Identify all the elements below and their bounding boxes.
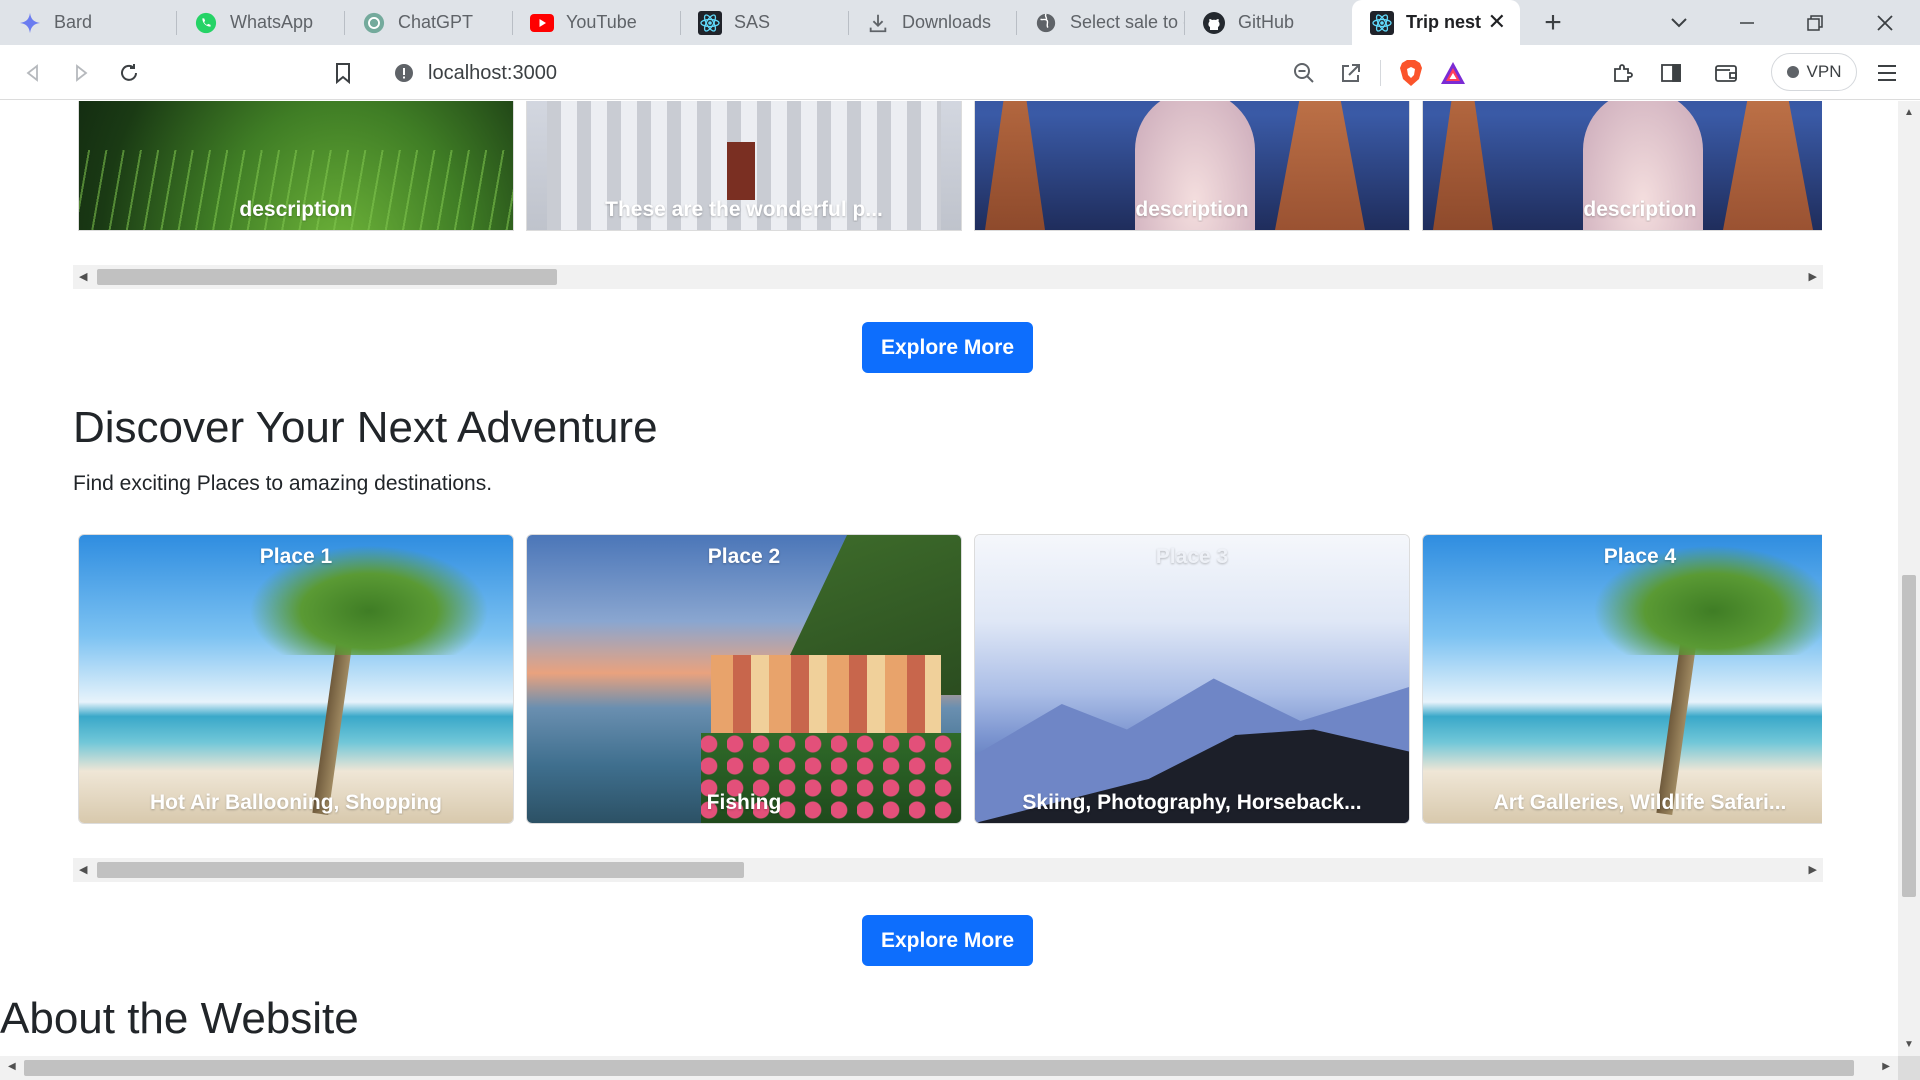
scroll-right-icon[interactable]: ▶ bbox=[1809, 863, 1817, 876]
page-vertical-scrollbar[interactable]: ▲ ▼ bbox=[1898, 101, 1920, 1056]
tab-strip: Bard WhatsApp ChatGPT YouTube SAS Downlo… bbox=[0, 0, 1920, 45]
scroll-corner bbox=[1898, 1056, 1920, 1080]
temple-door bbox=[727, 142, 755, 200]
vpn-button[interactable]: VPN bbox=[1771, 53, 1857, 91]
place-activities: Hot Air Ballooning, Shopping bbox=[149, 791, 442, 814]
sidebar-icon[interactable] bbox=[1656, 58, 1686, 88]
place-activities: Art Galleries, Wildlife Safari... bbox=[1493, 791, 1787, 814]
brave-rewards-icon[interactable] bbox=[1440, 61, 1466, 90]
menu-icon[interactable] bbox=[1872, 58, 1902, 88]
react-icon bbox=[1370, 10, 1394, 35]
bard-icon bbox=[18, 11, 42, 35]
download-icon bbox=[866, 11, 890, 35]
tab-trip-nest[interactable]: Trip nest ✕ bbox=[1352, 0, 1520, 45]
gallery-card[interactable]: description bbox=[1422, 101, 1822, 231]
about-heading: About the Website bbox=[0, 994, 359, 1043]
scroll-up-icon[interactable]: ▲ bbox=[1904, 107, 1914, 118]
gallery-card[interactable]: These are the wonderful p... bbox=[526, 101, 962, 231]
tab-downloads[interactable]: Downloads bbox=[848, 0, 1016, 45]
browser-toolbar: localhost:3000 VPN bbox=[0, 45, 1920, 100]
restore-icon[interactable] bbox=[1792, 0, 1838, 45]
chatgpt-icon bbox=[362, 11, 386, 35]
tab-chatgpt[interactable]: ChatGPT bbox=[344, 0, 512, 45]
wallet-icon[interactable] bbox=[1711, 58, 1741, 88]
zoom-icon[interactable] bbox=[1293, 62, 1315, 89]
youtube-icon bbox=[530, 11, 554, 35]
gallery-card[interactable]: description bbox=[78, 101, 514, 231]
scroll-right-icon[interactable]: ▶ bbox=[1882, 1061, 1890, 1072]
adventure-subtitle: Find exciting Places to amazing destinat… bbox=[73, 472, 493, 495]
place-title: Place 4 bbox=[1603, 545, 1677, 568]
adventure-scrollbar[interactable]: ◀ ▶ bbox=[73, 858, 1823, 882]
react-icon bbox=[698, 10, 722, 35]
gallery-row[interactable]: description These are the wonderful p...… bbox=[78, 101, 1822, 231]
place-card[interactable]: Place 2 Fishing bbox=[526, 534, 962, 824]
scroll-left-icon[interactable]: ◀ bbox=[8, 1061, 16, 1072]
gallery-scrollbar[interactable]: ◀ ▶ bbox=[73, 265, 1823, 289]
scroll-left-icon[interactable]: ◀ bbox=[79, 863, 87, 876]
card-caption: These are the wonderful p... bbox=[605, 198, 883, 221]
place-card[interactable]: Place 4 Art Galleries, Wildlife Safari..… bbox=[1422, 534, 1822, 824]
adventure-heading: Discover Your Next Adventure bbox=[73, 403, 658, 452]
gallery-card[interactable]: description bbox=[974, 101, 1410, 231]
back-icon[interactable] bbox=[18, 58, 48, 88]
scroll-left-icon[interactable]: ◀ bbox=[79, 270, 87, 283]
vpn-status-icon bbox=[1786, 66, 1799, 78]
bookmark-icon[interactable] bbox=[328, 58, 358, 88]
tab-whatsapp[interactable]: WhatsApp bbox=[176, 0, 344, 45]
place-card[interactable]: Place 1 Hot Air Ballooning, Shopping bbox=[78, 534, 514, 824]
adventure-scroll-thumb[interactable] bbox=[97, 862, 744, 878]
place-activities: Skiing, Photography, Horseback... bbox=[1022, 791, 1362, 814]
page-viewport: description These are the wonderful p...… bbox=[0, 101, 1898, 1056]
card-caption: description bbox=[1583, 198, 1697, 221]
address-bar[interactable]: localhost:3000 bbox=[378, 52, 1490, 94]
place-title: Place 3 bbox=[1155, 545, 1229, 568]
explore-more-button[interactable]: Explore More bbox=[862, 322, 1033, 373]
toolbar-divider bbox=[1380, 60, 1381, 86]
address-url[interactable]: localhost:3000 bbox=[428, 62, 557, 85]
close-tab-icon[interactable]: ✕ bbox=[1488, 9, 1506, 35]
new-tab-icon[interactable]: + bbox=[1530, 0, 1576, 45]
share-icon[interactable] bbox=[1340, 62, 1362, 89]
whatsapp-icon bbox=[194, 11, 218, 35]
globe-icon bbox=[1034, 11, 1058, 35]
site-info-icon[interactable] bbox=[394, 63, 414, 88]
card-caption: description bbox=[1135, 198, 1249, 221]
reload-icon[interactable] bbox=[114, 58, 144, 88]
adventure-row[interactable]: Place 1 Hot Air Ballooning, Shopping Pla… bbox=[78, 534, 1822, 824]
github-icon bbox=[1202, 11, 1226, 35]
page-scroll-thumb[interactable] bbox=[1902, 575, 1916, 897]
extensions-icon[interactable] bbox=[1608, 58, 1638, 88]
scroll-down-icon[interactable]: ▼ bbox=[1904, 1039, 1914, 1050]
place-card[interactable]: Place 3 Skiing, Photography, Horseback..… bbox=[974, 534, 1410, 824]
page-horizontal-scrollbar[interactable]: ◀ ▶ bbox=[0, 1056, 1898, 1080]
tab-search-chevron-icon[interactable] bbox=[1656, 0, 1702, 45]
gallery-scroll-thumb[interactable] bbox=[97, 269, 557, 285]
tab-sas[interactable]: SAS bbox=[680, 0, 848, 45]
explore-more-button[interactable]: Explore More bbox=[862, 915, 1033, 966]
tab-github[interactable]: GitHub bbox=[1184, 0, 1352, 45]
minimize-icon[interactable] bbox=[1724, 0, 1770, 45]
place-title: Place 1 bbox=[259, 545, 333, 568]
card-caption: description bbox=[239, 198, 353, 221]
place-title: Place 2 bbox=[707, 545, 781, 568]
tab-select-sale[interactable]: Select sale to c bbox=[1016, 0, 1184, 45]
town-buildings bbox=[711, 655, 941, 745]
forward-icon[interactable] bbox=[66, 58, 96, 88]
scroll-right-icon[interactable]: ▶ bbox=[1809, 270, 1817, 283]
tab-bard[interactable]: Bard bbox=[0, 0, 176, 45]
close-window-icon[interactable] bbox=[1862, 0, 1908, 45]
place-activities: Fishing bbox=[706, 791, 782, 814]
brave-shield-icon[interactable] bbox=[1398, 59, 1424, 92]
tab-youtube[interactable]: YouTube bbox=[512, 0, 680, 45]
page-hscroll-thumb[interactable] bbox=[24, 1060, 1854, 1076]
